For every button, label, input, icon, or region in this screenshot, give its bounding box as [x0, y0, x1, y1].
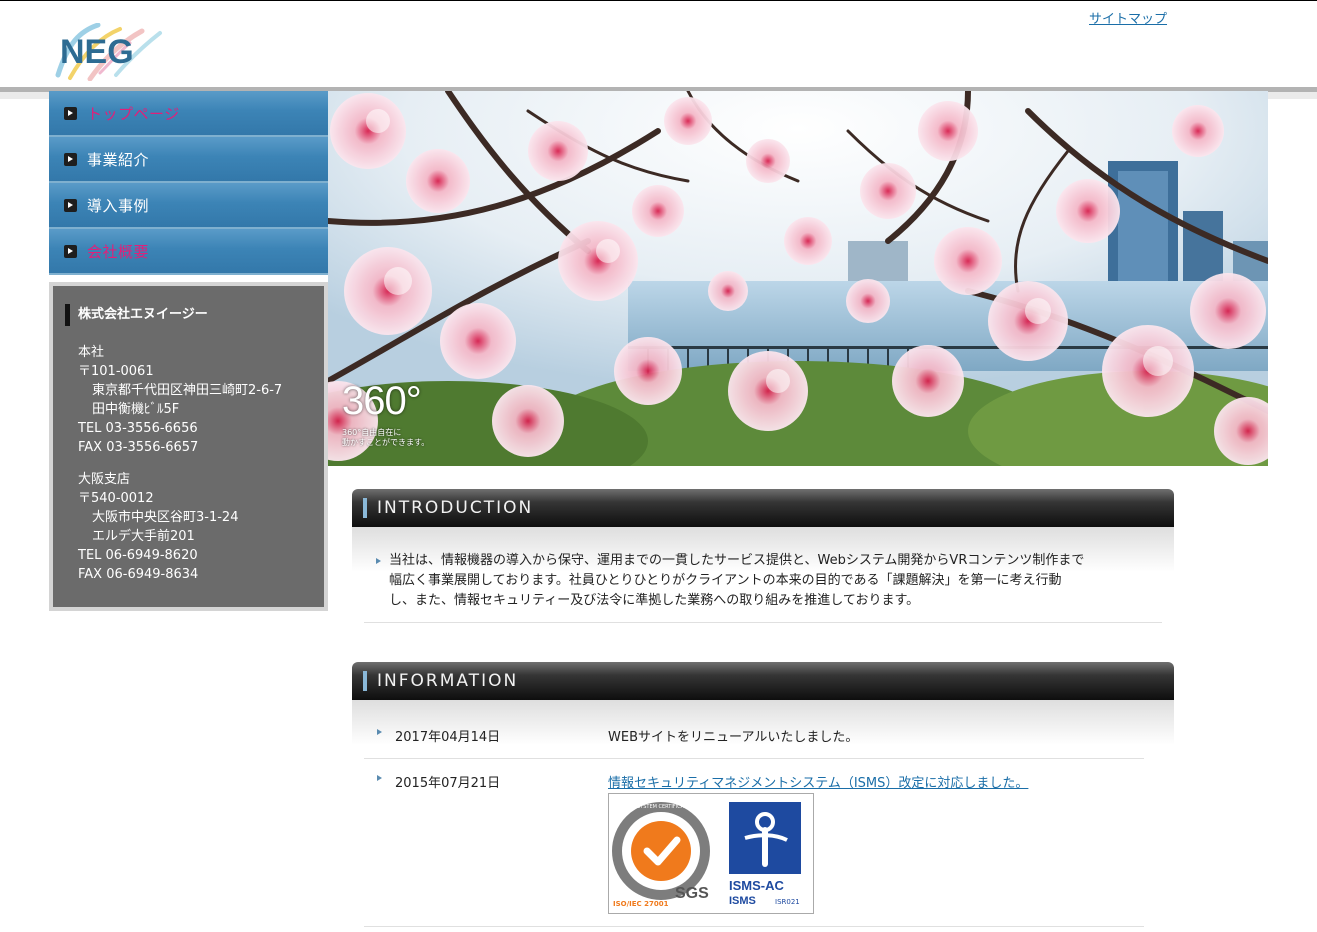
- intro-line-3: し、また、情報セキュリティー及び法令に準拠した業務への取り組みを推進しております…: [389, 593, 920, 608]
- arrow-bullet-icon: [64, 244, 77, 258]
- info-text: WEBサイトをリニューアルいたしました。: [608, 730, 859, 745]
- company-name: 株式会社エヌイージー: [78, 307, 208, 322]
- introduction-text: 当社は、情報機器の導入から保守、運用までの一貫したサービス提供と、Webシステム…: [376, 551, 1166, 611]
- hq-fax: FAX 03-3556-6657: [78, 440, 199, 455]
- sitemap-link[interactable]: サイトマップ: [1089, 8, 1167, 27]
- nav-label: 会社概要: [87, 242, 150, 261]
- 360-badge: 360° 360°自由自在に 動かすことができます。: [342, 379, 429, 448]
- introduction-heading-bar: INTRODUCTION: [352, 489, 1174, 527]
- nav-label: 事業紹介: [87, 150, 150, 169]
- osaka-tel: TEL 06-6949-8620: [78, 548, 198, 563]
- arrow-bullet-icon: [64, 106, 77, 120]
- hq-address-1: 東京都千代田区神田三崎町2-6-7: [92, 383, 283, 398]
- information-heading: INFORMATION: [377, 671, 519, 691]
- sgs-text: SGS: [675, 885, 709, 902]
- hero-360-image[interactable]: 360° 360°自由自在に 動かすことができます。: [328, 91, 1268, 466]
- divider: [364, 622, 1162, 623]
- hq-title: 本社: [78, 345, 105, 360]
- neg-logo[interactable]: NEG: [50, 22, 165, 82]
- isms-ac-text: ISMS-AC: [729, 878, 785, 893]
- title-marker: [65, 304, 70, 326]
- nav-item-cases[interactable]: 導入事例: [49, 183, 328, 229]
- divider: [364, 926, 1144, 927]
- side-nav: トップページ 事業紹介 導入事例 会社概要: [49, 91, 328, 275]
- intro-line-2: 幅広く事業展開しております。社員ひとりひとりがクライアントの本来の目的である「課…: [389, 573, 1062, 588]
- introduction-heading: INTRODUCTION: [377, 498, 534, 518]
- intro-line-1: 当社は、情報機器の導入から保守、運用までの一貫したサービス提供と、Webシステム…: [389, 553, 1085, 568]
- isr-code: ISR021: [775, 898, 800, 906]
- arrow-bullet-icon: [64, 198, 77, 212]
- nav-label: トップページ: [87, 104, 180, 123]
- hq-zip: 〒101-0061: [78, 364, 154, 379]
- heading-marker: [363, 498, 367, 518]
- certification-logos[interactable]: SYSTEM CERTIFICATION ISO/IEC 27001 SGS I…: [608, 793, 814, 914]
- info-date: 2017年04月14日: [395, 730, 501, 745]
- information-heading-bar: INFORMATION: [352, 662, 1174, 700]
- triangle-bullet-icon: [377, 775, 382, 781]
- ring-text: SYSTEM CERTIFICATION: [637, 804, 696, 810]
- info-date: 2015年07月21日: [395, 776, 501, 791]
- osaka-title: 大阪支店: [78, 472, 131, 487]
- isms-text: ISMS: [729, 895, 756, 907]
- triangle-bullet-icon: [377, 729, 382, 735]
- osaka-zip: 〒540-0012: [78, 491, 154, 506]
- divider: [364, 758, 1144, 759]
- nav-label: 導入事例: [87, 196, 150, 215]
- osaka-address-2: エルデ大手前201: [92, 529, 195, 544]
- hq-address-2: 田中衡機ﾋﾞﾙ5F: [92, 402, 180, 417]
- triangle-bullet-icon: [376, 558, 381, 564]
- heading-marker: [363, 671, 367, 691]
- arrow-bullet-icon: [64, 152, 77, 166]
- isms-news-link[interactable]: 情報セキュリティマネジメントシステム（ISMS）改定に対応しました。: [608, 776, 1028, 791]
- iso-text: ISO/IEC 27001: [613, 900, 669, 908]
- company-address-box: 株式会社エヌイージー 本社 〒101-0061 東京都千代田区神田三崎町2-6-…: [49, 282, 328, 611]
- 360-caption-line-1: 360°自由自在に: [342, 428, 402, 437]
- nav-item-top[interactable]: トップページ: [49, 91, 328, 137]
- osaka-address-1: 大阪市中央区谷町3-1-24: [92, 510, 239, 525]
- nav-item-company[interactable]: 会社概要: [49, 229, 328, 275]
- logo-text: NEG: [60, 33, 134, 71]
- hq-tel: TEL 03-3556-6656: [78, 421, 198, 436]
- header: NEG サイトマップ: [0, 1, 1317, 89]
- nav-item-business[interactable]: 事業紹介: [49, 137, 328, 183]
- cherry-blossom-photo: [328, 91, 1268, 466]
- info-text: 情報セキュリティマネジメントシステム（ISMS）改定に対応しました。: [608, 772, 1028, 791]
- 360-caption-line-2: 動かすことができます。: [342, 438, 430, 447]
- osaka-fax: FAX 06-6949-8634: [78, 567, 199, 582]
- 360-badge-text: 360°: [342, 379, 422, 423]
